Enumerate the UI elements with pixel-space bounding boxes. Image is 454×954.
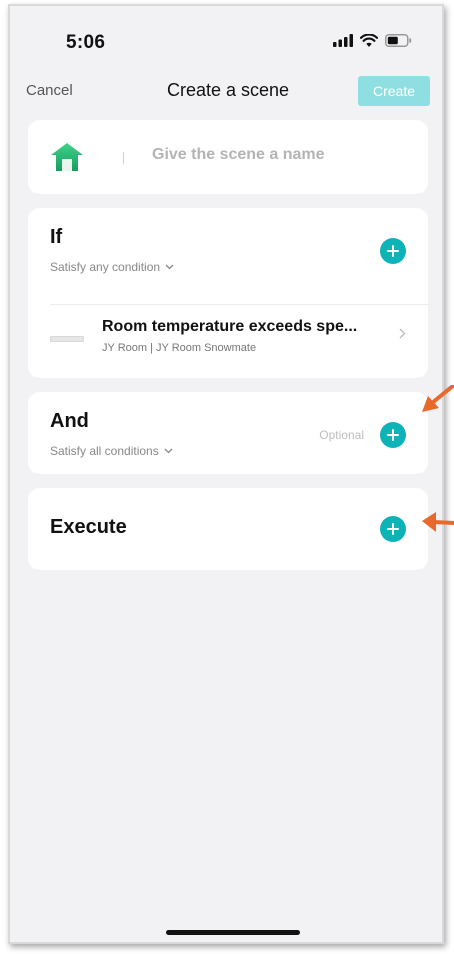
optional-label: Optional [319, 428, 364, 442]
arrow-annotation-icon [422, 385, 454, 412]
and-condition-mode-dropdown[interactable]: Satisfy all conditions [50, 444, 173, 458]
if-condition-mode-label: Satisfy any condition [50, 260, 161, 274]
add-if-condition-button[interactable] [380, 238, 406, 264]
and-section-title: And [50, 410, 89, 432]
phone-screen: 5:06 Cancel Create a scene Create Give t… [26, 22, 430, 935]
chevron-down-icon [164, 448, 173, 454]
add-and-condition-button[interactable] [380, 422, 406, 448]
create-button[interactable]: Create [358, 76, 430, 106]
if-condition-mode-dropdown[interactable]: Satisfy any condition [50, 260, 174, 274]
if-section-title: If [50, 226, 63, 248]
cellular-signal-icon [333, 34, 353, 47]
air-conditioner-icon [50, 336, 84, 342]
home-icon[interactable] [50, 142, 84, 172]
screenshot-frame: 5:06 Cancel Create a scene Create Give t… [8, 4, 444, 944]
chevron-down-icon [165, 264, 174, 270]
and-condition-mode-label: Satisfy all conditions [50, 444, 159, 458]
and-section-card: And Satisfy all conditions Optional [28, 392, 428, 474]
scene-name-card [28, 120, 428, 194]
navigation-bar: Cancel Create a scene Create [26, 74, 430, 110]
battery-icon [385, 34, 412, 47]
execute-section-title: Execute [50, 516, 127, 538]
arrow-annotation-icon [422, 512, 454, 532]
name-divider [123, 152, 124, 164]
scene-name-input[interactable] [152, 146, 412, 164]
chevron-right-icon [399, 328, 406, 339]
status-time: 5:06 [66, 32, 106, 53]
status-bar: 5:06 [26, 22, 430, 62]
condition-row[interactable]: Room temperature exceeds spe... JY Room … [28, 306, 428, 368]
wifi-icon [360, 34, 378, 47]
if-divider [50, 304, 428, 305]
status-icons [333, 34, 412, 47]
add-action-button[interactable] [380, 516, 406, 542]
execute-section-card: Execute [28, 488, 428, 570]
home-indicator [166, 930, 300, 935]
if-section-card: If Satisfy any condition Room temperatur… [28, 208, 428, 378]
condition-subtitle: JY Room | JY Room Snowmate [102, 342, 257, 354]
condition-title: Room temperature exceeds spe... [102, 318, 358, 335]
